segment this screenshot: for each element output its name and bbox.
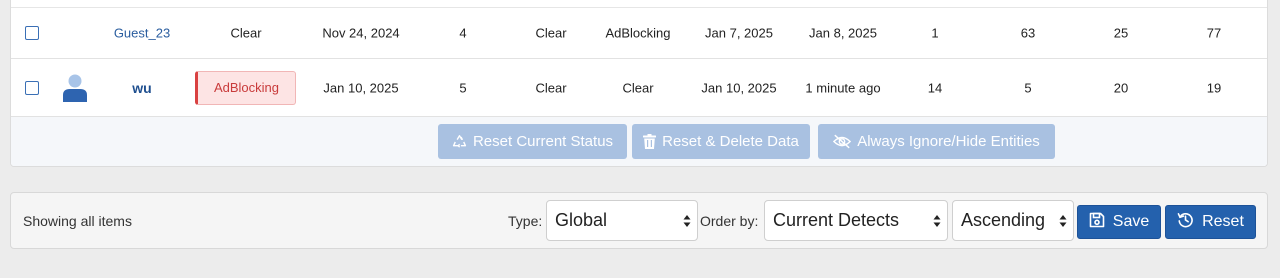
reset-delete-data-button[interactable]: Reset & Delete Data <box>632 124 810 159</box>
recycle-icon <box>452 134 467 149</box>
column-c1-cell: Clear <box>535 80 567 95</box>
table-row: wu AdBlocking Jan 10, 2025 5 Clear Clear… <box>11 59 1267 117</box>
order-by-select-value: Current Detects <box>773 210 900 230</box>
save-button[interactable]: Save <box>1077 205 1161 239</box>
date2-cell: 1 minute ago <box>805 80 881 95</box>
date1-cell: Jan 7, 2025 <box>705 25 773 41</box>
user-avatar-icon <box>63 74 87 102</box>
count-cell: 4 <box>459 25 467 41</box>
always-ignore-hide-button[interactable]: Always Ignore/Hide Entities <box>818 124 1055 159</box>
column-c2-cell: AdBlocking <box>605 25 671 41</box>
items-summary: Showing all items <box>23 212 132 229</box>
sort-direction-value: Ascending <box>961 210 1046 230</box>
type-label: Type: <box>508 212 543 229</box>
n1-cell: 1 <box>931 25 939 41</box>
user-link[interactable]: Guest_23 <box>114 26 170 41</box>
n4-cell: 77 <box>1206 25 1222 41</box>
eye-slash-icon <box>833 134 852 149</box>
date1-cell: Jan 10, 2025 <box>701 80 777 95</box>
select-arrows-icon <box>683 214 691 227</box>
status-cell: Clear <box>230 25 262 41</box>
order-by-select[interactable]: Current Detects <box>764 200 948 241</box>
select-arrows-icon <box>933 214 941 227</box>
sort-direction-select[interactable]: Ascending <box>952 200 1074 241</box>
count-cell: 5 <box>459 80 467 95</box>
select-arrows-icon <box>1059 214 1067 227</box>
n3-cell: 25 <box>1113 25 1129 41</box>
reset-label: Reset <box>1202 213 1244 230</box>
n2-cell: 63 <box>1020 25 1036 41</box>
type-select[interactable]: Global <box>546 200 698 241</box>
history-icon <box>1177 211 1194 233</box>
first-seen-cell: Nov 24, 2024 <box>322 25 400 41</box>
n1-cell: 14 <box>927 80 943 95</box>
n2-cell: 5 <box>1024 80 1032 95</box>
row-checkbox[interactable] <box>25 80 39 95</box>
order-by-label: Order by: <box>700 212 759 229</box>
bulk-action-bar: Reset Current Status Reset & Delete Data <box>11 117 1267 166</box>
user-link[interactable]: wu <box>132 80 151 96</box>
status-badge: AdBlocking <box>195 70 296 105</box>
first-seen-cell: Jan 10, 2025 <box>323 80 399 95</box>
column-c2-cell: Clear <box>622 80 654 95</box>
column-c1-cell: Clear <box>535 25 567 41</box>
type-select-value: Global <box>555 210 608 230</box>
date2-cell: Jan 8, 2025 <box>809 25 877 41</box>
trash-icon <box>643 134 657 149</box>
filter-bar: Showing all items Type: Global Order by:… <box>10 192 1268 249</box>
row-checkbox[interactable] <box>25 26 39 40</box>
table-row: Guest_23 Clear Nov 24, 2024 4 Clear AdBl… <box>11 7 1267 59</box>
reset-button[interactable]: Reset <box>1165 205 1256 239</box>
reset-current-status-label: Reset Current Status <box>472 133 614 150</box>
reset-current-status-button[interactable]: Reset Current Status <box>438 124 627 159</box>
floppy-disk-icon <box>1089 212 1105 233</box>
save-label: Save <box>1112 213 1150 230</box>
n4-cell: 19 <box>1206 80 1222 95</box>
entities-table: Guest_23 Clear Nov 24, 2024 4 Clear AdBl… <box>10 0 1268 167</box>
n3-cell: 20 <box>1113 80 1129 95</box>
always-ignore-hide-label: Always Ignore/Hide Entities <box>857 133 1040 150</box>
reset-delete-data-label: Reset & Delete Data <box>662 133 799 150</box>
